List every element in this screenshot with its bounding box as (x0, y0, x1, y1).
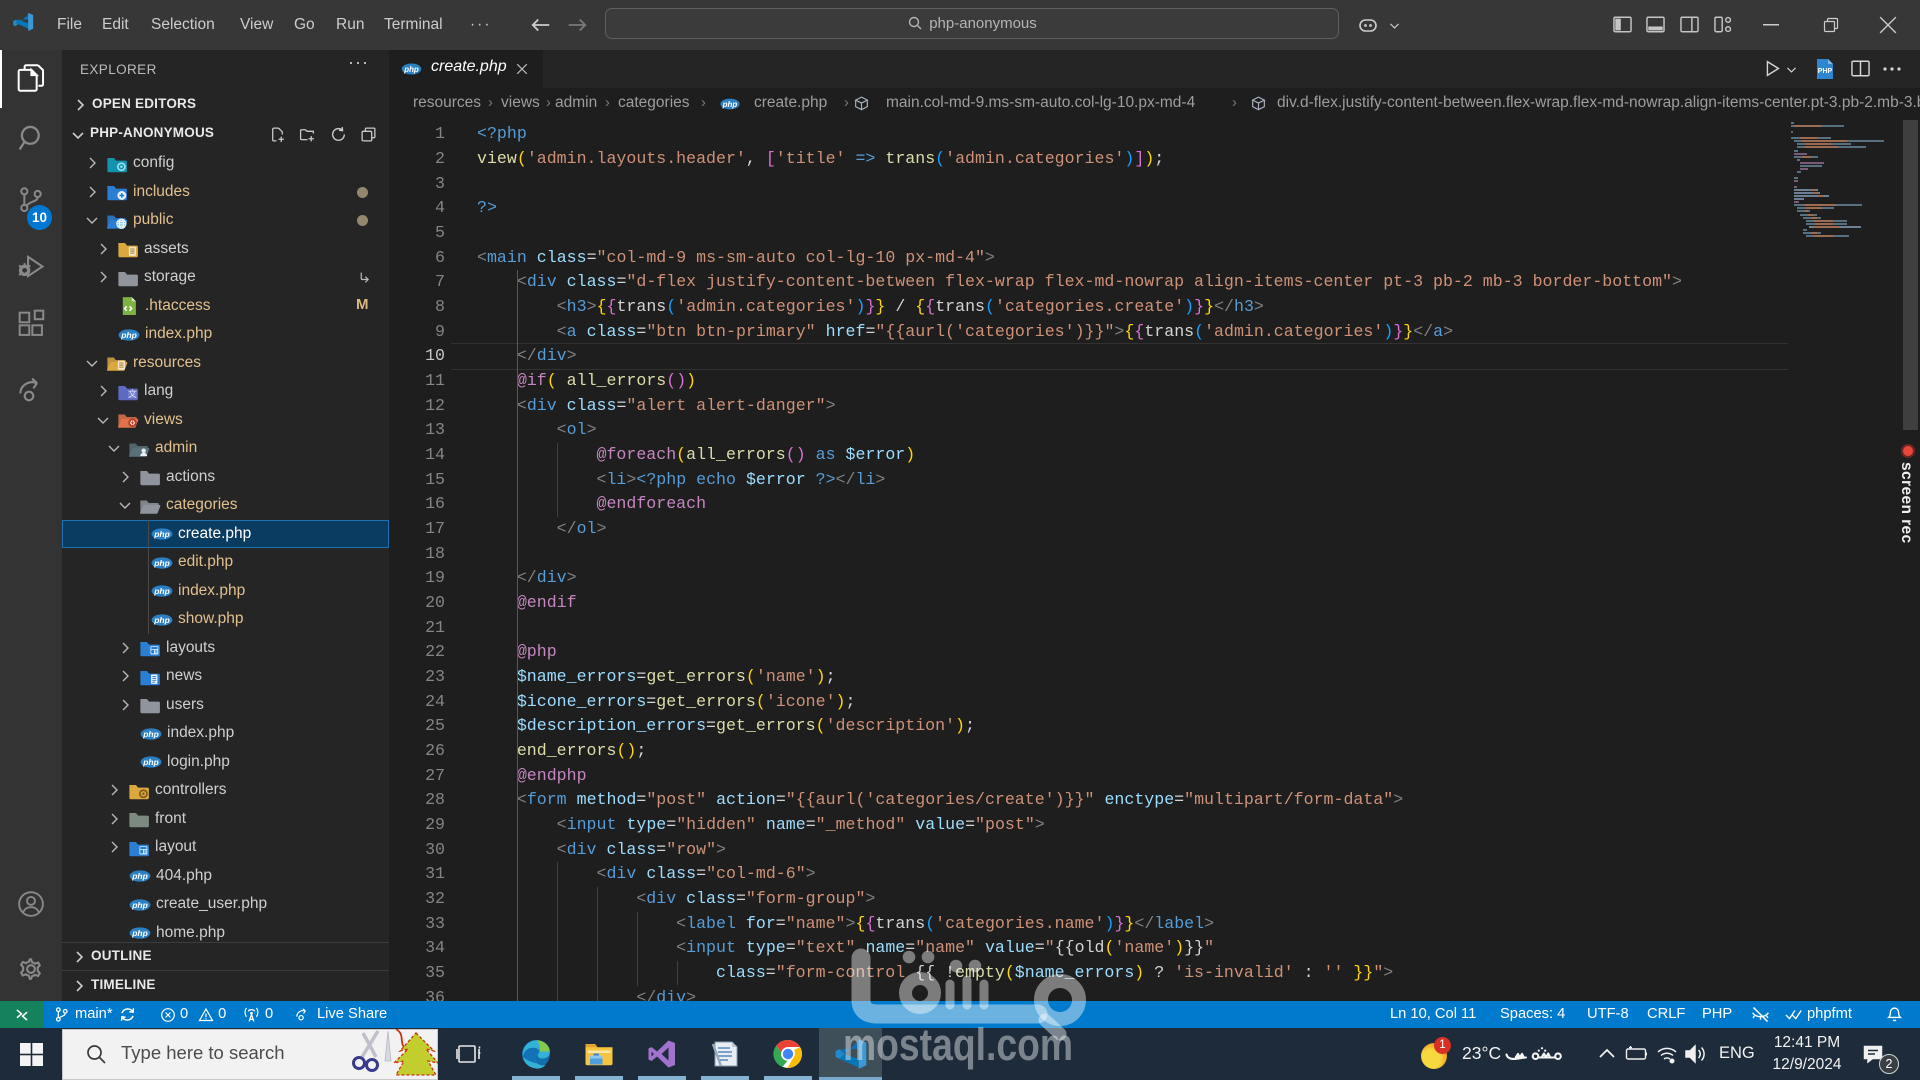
svg-text:php: php (142, 757, 159, 767)
svg-text:php: php (153, 586, 170, 596)
svg-text:php: php (131, 900, 148, 910)
svg-text:php: php (153, 615, 170, 625)
svg-text:php: php (403, 65, 419, 74)
svg-text:php: php (131, 928, 148, 938)
svg-text:文: 文 (128, 388, 137, 399)
svg-text:php: php (153, 529, 170, 539)
svg-text:PHP: PHP (1818, 68, 1833, 75)
svg-text:php: php (153, 558, 170, 568)
svg-text:php: php (142, 729, 159, 739)
svg-text:php: php (131, 871, 148, 881)
svg-text:php: php (722, 100, 738, 109)
svg-text:php: php (120, 330, 137, 340)
